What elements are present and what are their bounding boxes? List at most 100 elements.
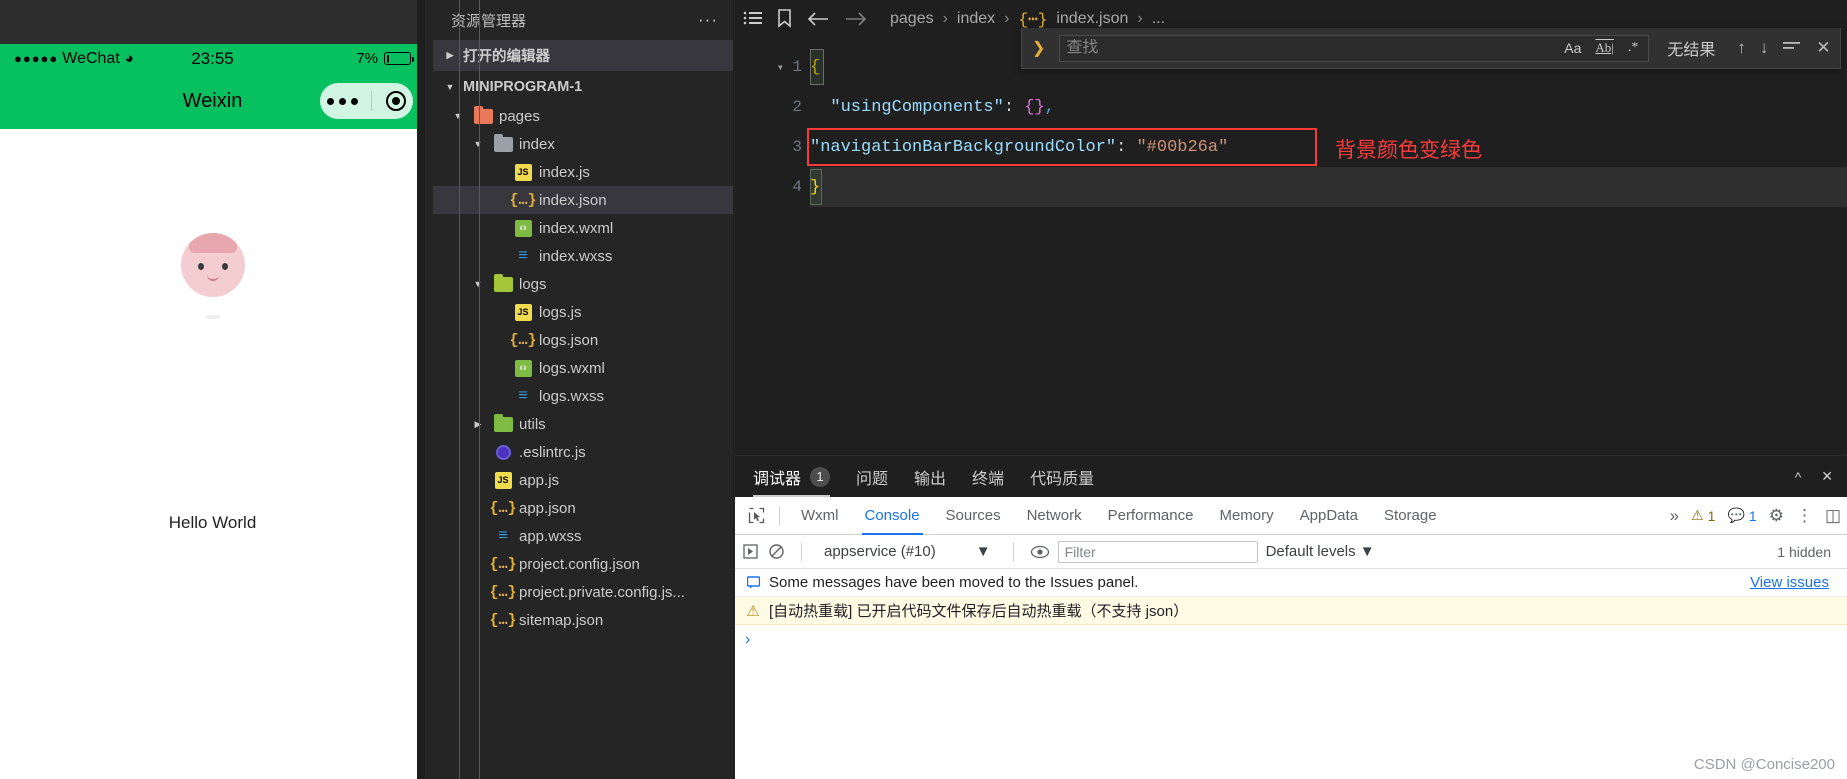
devtools-tab-appdata[interactable]: AppData: [1287, 497, 1371, 535]
breadcrumb-separator: ›: [1004, 9, 1010, 27]
panel-tab-label: 输出: [914, 470, 947, 488]
double-chevron-right-icon[interactable]: »: [1670, 506, 1679, 526]
json-file-icon: {…}: [489, 555, 517, 573]
console-message-list: Some messages have been moved to the Iss…: [735, 569, 1847, 625]
gear-icon[interactable]: ⚙: [1769, 506, 1784, 526]
message-icon: 💬: [1727, 507, 1745, 523]
panel-tab-label: 代码质量: [1030, 470, 1095, 488]
tree-item-label: logs.js: [539, 303, 582, 321]
clear-console-icon[interactable]: [768, 543, 785, 560]
arrow-right-icon[interactable]: [844, 10, 868, 28]
bookmark-icon[interactable]: [777, 9, 792, 28]
vertical-dots-icon[interactable]: ⋮: [1796, 506, 1813, 526]
explorer-panel: 资源管理器 ··· ▶ 打开的编辑器 ▼ MINIPROGRAM-1 ▼ page…: [433, 0, 734, 779]
inspect-element-icon[interactable]: [741, 503, 771, 529]
chevron-down-icon[interactable]: ▼: [449, 111, 467, 121]
eslint-file-icon: [493, 444, 513, 460]
message-count-badge[interactable]: 💬 1: [1727, 507, 1756, 524]
wxss-file-icon: ≡: [518, 387, 528, 404]
warning-count-badge[interactable]: ⚠ 1: [1691, 507, 1715, 524]
info-icon: [745, 576, 761, 589]
toolbar-divider: [779, 506, 780, 525]
tree-item-label: logs.wxml: [539, 359, 605, 377]
chevron-down-icon[interactable]: ▼: [469, 279, 487, 289]
arrow-left-icon[interactable]: [806, 10, 830, 28]
code-line-2-text: "usingComponents": {},: [810, 97, 1055, 117]
devtools-tab-memory[interactable]: Memory: [1206, 497, 1286, 535]
line-number: 4: [792, 178, 802, 196]
tree-item-label: .eslintrc.js: [519, 443, 586, 461]
close-icon[interactable]: ✕: [1821, 468, 1833, 485]
code-line-4[interactable]: 4 }: [735, 167, 1847, 207]
breadcrumb-separator: ›: [1137, 9, 1143, 27]
tree-item-label: index.js: [539, 163, 590, 181]
chevron-down-icon[interactable]: ▾: [774, 60, 786, 75]
breadcrumb-separator: ›: [942, 9, 948, 27]
play-icon[interactable]: [743, 544, 760, 559]
tree-item-label: pages: [499, 107, 540, 125]
code-token-value: "#00b26a": [1136, 137, 1229, 157]
line-selection-highlight: [810, 167, 1847, 207]
devtools-tab-storage[interactable]: Storage: [1371, 497, 1450, 535]
console-message-text: Some messages have been moved to the Iss…: [769, 574, 1139, 591]
devtools-tabs: Wxml Console Sources Network Performance Memo…: [788, 497, 1450, 535]
line-number: 3: [792, 138, 802, 156]
console-levels-selector[interactable]: Default levels ▼: [1266, 543, 1375, 560]
panel-tab-0[interactable]: 调试器 1: [753, 456, 831, 497]
console-message-row: Some messages have been moved to the Iss…: [735, 569, 1847, 597]
console-filter-input[interactable]: [1064, 543, 1251, 560]
tree-item-label: index.wxss: [539, 247, 613, 265]
code-line-1[interactable]: ▾ 1 {: [735, 47, 1847, 87]
console-context-selector[interactable]: appservice (#10) ▼: [818, 543, 997, 560]
chevron-right-icon[interactable]: ▶: [469, 419, 487, 430]
indent-guide: [459, 0, 460, 779]
devtools-tab-network[interactable]: Network: [1014, 497, 1095, 535]
live-expression-icon[interactable]: [1030, 545, 1050, 559]
devtools-tab-bar: Wxml Console Sources Network Performance Memo…: [735, 497, 1847, 535]
wifi-icon: ◕: [124, 50, 134, 67]
dock-panel-icon[interactable]: ◫: [1825, 506, 1841, 526]
code-line-3[interactable]: 3 "navigationBarBackgroundColor": "#00b2…: [735, 127, 1847, 167]
chevron-down-icon: ▼: [975, 543, 991, 560]
panel-tab-4[interactable]: 代码质量: [1030, 456, 1094, 497]
breadcrumb-segment-pages[interactable]: pages: [890, 10, 934, 28]
json-file-icon: {…}: [509, 191, 537, 209]
console-message-link[interactable]: View issues: [1750, 574, 1837, 591]
json-file-icon: {…}: [489, 583, 517, 601]
devtools-tab-wxml[interactable]: Wxml: [788, 497, 852, 535]
chevron-down-icon[interactable]: ▼: [441, 82, 459, 92]
devtools-tab-performance[interactable]: Performance: [1095, 497, 1207, 535]
target-circle-icon[interactable]: [386, 91, 407, 111]
breadcrumb-segment-file[interactable]: index.json: [1056, 10, 1128, 28]
console-prompt[interactable]: ›: [735, 625, 1847, 655]
devtools-tab-console[interactable]: Console: [852, 497, 933, 535]
code-line-3-text: "navigationBarBackgroundColor": "#00b26a…: [810, 137, 1229, 157]
console-filter-wrapper[interactable]: [1057, 540, 1258, 563]
tree-item-label: index.json: [539, 191, 607, 209]
explorer-more-actions-icon[interactable]: ···: [698, 10, 718, 30]
devtools-window: ●●●●● WeChat ◕ 23:55 7% Weixin Hello Wor…: [0, 0, 1847, 779]
capsule-button[interactable]: [320, 83, 413, 119]
panel-tab-3[interactable]: 终端: [972, 456, 1004, 497]
breadcrumb: pages › index › {⋯} index.json › ...: [890, 9, 1165, 29]
breadcrumb-segment-index[interactable]: index: [957, 10, 995, 28]
chevron-down-icon[interactable]: ▼: [469, 139, 487, 149]
warning-count-value: 1: [1707, 507, 1716, 524]
chevron-up-icon[interactable]: ^: [1795, 469, 1802, 485]
js-file-icon: JS: [493, 471, 513, 489]
more-dots-icon[interactable]: [326, 97, 358, 105]
console-message-text: [自动热重载] 已开启代码文件保存后自动热重载（不支持 json）: [769, 603, 1189, 620]
chevron-right-icon[interactable]: ▶: [441, 50, 459, 61]
wxss-file-icon: ≡: [518, 247, 528, 264]
panel-tab-2[interactable]: 输出: [914, 456, 946, 497]
code-editor[interactable]: ▾ 1 { 2 "usingComponents": {}, 3 "naviga…: [735, 37, 1847, 455]
devtools-tab-sources[interactable]: Sources: [933, 497, 1014, 535]
json-file-icon: {…}: [489, 499, 517, 517]
panel-tab-label: 调试器: [753, 470, 802, 488]
list-icon[interactable]: [743, 11, 763, 27]
simulator-panel: ●●●●● WeChat ◕ 23:55 7% Weixin Hello Wor…: [0, 0, 425, 779]
breadcrumb-segment-overflow[interactable]: ...: [1152, 10, 1165, 28]
code-line-2[interactable]: 2 "usingComponents": {},: [735, 87, 1847, 127]
tree-item-label: index: [519, 135, 555, 153]
panel-tab-1[interactable]: 问题: [856, 456, 888, 497]
